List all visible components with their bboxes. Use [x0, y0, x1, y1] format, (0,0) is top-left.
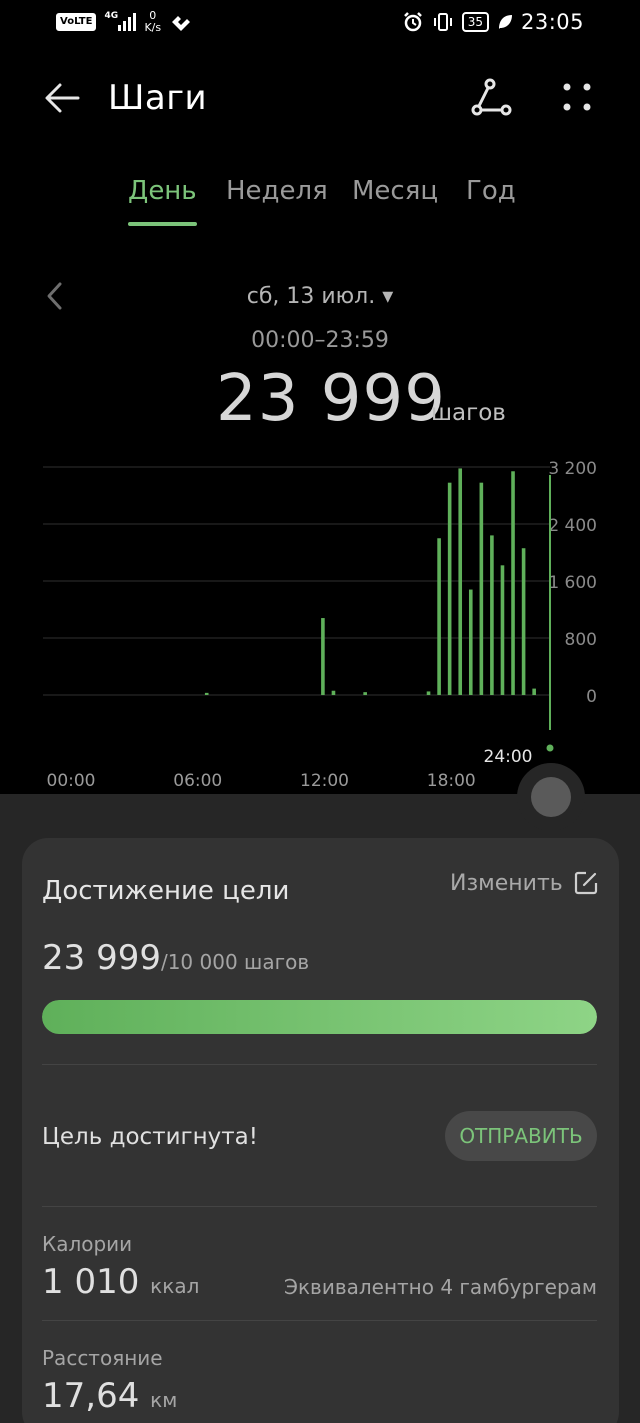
goal-title: Достижение цели: [42, 876, 290, 906]
calories-value-row: 1 010 ккал: [42, 1262, 199, 1302]
more-options-button[interactable]: [554, 74, 598, 118]
chart-bar: [363, 692, 367, 695]
edit-goal-label: Изменить: [450, 870, 563, 896]
clock: 23:05: [520, 10, 584, 34]
date-selector[interactable]: сб, 13 июл. ▾: [0, 284, 640, 309]
goal-steps-value: 23 999: [42, 938, 161, 978]
edit-goal-button[interactable]: Изменить: [450, 870, 599, 896]
steps-chart[interactable]: 3 200 2 400 1 600 800 0 24:00 00:00 06:00 12:00 1…: [0, 440, 640, 800]
x-tick-label: 06:00: [173, 771, 222, 791]
y-tick-label: 2 400: [548, 516, 597, 536]
chart-bar: [500, 565, 505, 695]
calories-value: 1 010: [42, 1262, 140, 1302]
route-button[interactable]: [466, 74, 516, 124]
network-speed: 0 K/s: [144, 9, 162, 34]
battery-indicator: 35: [461, 12, 489, 32]
chart-bar: [511, 471, 515, 695]
status-bar: VoLTE 4G 0 K/s 35 23:05: [0, 0, 640, 48]
chart-bar: [532, 688, 536, 695]
chart-bar: [521, 548, 526, 695]
y-tick-label: 800: [565, 630, 597, 650]
app-bar: Шаги: [0, 60, 640, 136]
distance-value-row: 17,64 км: [42, 1376, 177, 1416]
status-right: 35 23:05: [402, 10, 584, 34]
page-title: Шаги: [108, 78, 208, 118]
network-type: 4G: [104, 11, 119, 21]
edit-icon: [574, 871, 597, 895]
tab-year[interactable]: Год: [466, 176, 516, 206]
chart-bar: [331, 690, 336, 695]
vibrate-icon: [433, 13, 452, 31]
distance-value: 17,64: [42, 1376, 140, 1416]
calories-equivalent: Эквивалентно 4 гамбургерам: [283, 1275, 597, 1299]
distance-unit: км: [150, 1388, 178, 1412]
route-icon: [471, 78, 512, 116]
chart-bar: [426, 691, 431, 695]
chart-scrubber-handle[interactable]: [531, 777, 571, 817]
divider: [42, 1206, 597, 1207]
calories-unit: ккал: [150, 1274, 200, 1298]
cursor-time-label: 24:00: [484, 747, 533, 767]
more-dots-icon: [563, 83, 591, 111]
x-tick-label: 00:00: [47, 771, 96, 791]
status-left: VoLTE 4G 0 K/s: [56, 10, 193, 34]
divider: [42, 1320, 597, 1321]
alarm-icon: [403, 12, 422, 32]
goal-reached-text: Цель достигнута!: [42, 1124, 258, 1150]
hotspot-icon: [172, 16, 191, 31]
y-tick-label: 0: [586, 687, 597, 707]
signal-icon: 4G: [104, 11, 137, 31]
chart-bar: [479, 482, 484, 695]
goal-target: /10 000 шагов: [160, 950, 310, 974]
y-tick-label: 3 200: [548, 459, 597, 479]
divider: [42, 1064, 597, 1065]
leaf-icon: [498, 15, 512, 29]
volte-indicator: VoLTE: [56, 13, 97, 31]
send-button[interactable]: ОТПРАВИТЬ: [445, 1111, 597, 1161]
y-tick-label: 1 600: [548, 573, 597, 593]
goal-progress-text: 23 999/10 000 шагов: [42, 938, 309, 978]
calories-label: Калории: [42, 1232, 133, 1256]
chart-bar: [204, 692, 209, 695]
chart-bar: [458, 468, 463, 695]
chart-bar: [447, 482, 452, 695]
goal-progress-fill: [42, 1000, 597, 1034]
tab-week[interactable]: Неделя: [226, 176, 328, 206]
chart-cursor-dot: [546, 744, 554, 752]
chart-bar: [468, 589, 473, 695]
period-tabs: День Неделя Месяц Год: [0, 176, 640, 232]
steps-unit: шагов: [431, 400, 506, 426]
chart-bar: [321, 618, 325, 695]
total-steps: 23 999: [216, 362, 446, 436]
chart-bar: [437, 538, 441, 695]
goal-progress-bar: [42, 1000, 597, 1034]
active-tab-indicator: [128, 222, 197, 226]
distance-label: Расстояние: [42, 1346, 163, 1370]
tab-month[interactable]: Месяц: [352, 176, 438, 206]
x-tick-label: 12:00: [300, 771, 349, 791]
chart-bar: [490, 535, 494, 695]
x-tick-label: 18:00: [427, 771, 476, 791]
back-button[interactable]: [40, 76, 84, 120]
time-range: 00:00–23:59: [251, 328, 389, 353]
tab-day[interactable]: День: [128, 176, 197, 206]
arrow-left-icon: [45, 83, 80, 113]
